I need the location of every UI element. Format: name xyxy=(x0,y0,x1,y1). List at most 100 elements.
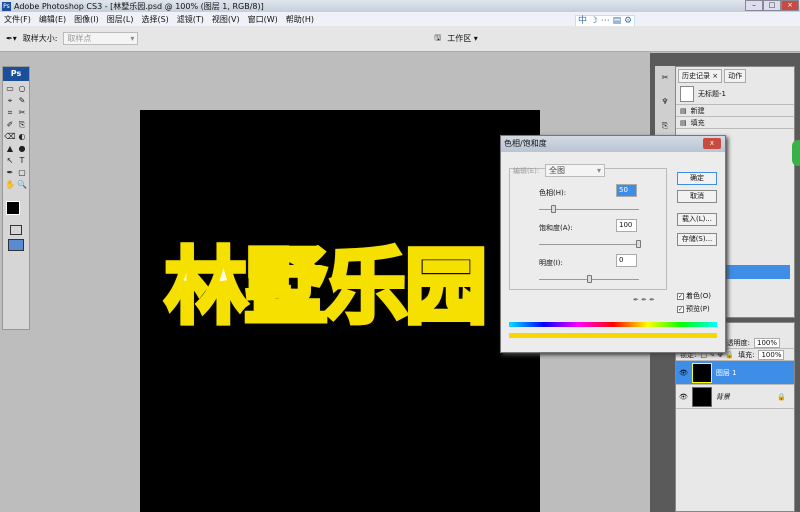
menu-file[interactable]: 文件(F) xyxy=(4,14,31,25)
history-item[interactable]: ▤ 填充 xyxy=(676,117,794,129)
history-snapshot[interactable]: 无标题-1 xyxy=(676,83,794,105)
tool-icon[interactable]: ⌗ xyxy=(4,107,16,119)
opacity-input[interactable]: 100% xyxy=(753,337,780,348)
cancel-button[interactable]: 取消 xyxy=(677,190,717,203)
saturation-input[interactable]: 100 xyxy=(616,219,637,232)
workspace-icon[interactable]: 🖫 xyxy=(434,32,441,46)
fill-icon: ▤ xyxy=(680,118,687,127)
sample-size-label: 取样大小: xyxy=(22,34,58,43)
menu-select[interactable]: 选择(S) xyxy=(141,14,168,25)
preview-label: 预览(P) xyxy=(686,305,710,313)
ime-mode[interactable]: 中 xyxy=(578,16,587,26)
maximize-button[interactable]: □ xyxy=(763,0,781,11)
floating-badge[interactable] xyxy=(792,140,800,166)
close-button[interactable]: × xyxy=(781,0,799,11)
tool-icon[interactable]: ✐ xyxy=(4,119,16,131)
tool-icon[interactable]: ⌫ xyxy=(4,131,16,143)
tool-icon[interactable]: ▭ xyxy=(4,83,16,95)
eyedropper-icons[interactable]: ✒ ✒ ✒ xyxy=(633,296,655,304)
tab-actions[interactable]: 动作 xyxy=(724,69,747,83)
tool-icon[interactable]: ● xyxy=(16,143,28,155)
snapshot-thumbnail xyxy=(680,85,694,102)
snapshot-label: 无标题-1 xyxy=(698,89,726,98)
lightness-slider-thumb[interactable] xyxy=(587,275,592,283)
tool-icon[interactable]: ▲ xyxy=(4,143,16,155)
tool-icon[interactable]: T xyxy=(16,155,28,167)
save-button[interactable]: 存储(S)... xyxy=(677,233,717,246)
history-item-label: 填充 xyxy=(690,118,705,127)
menu-filter[interactable]: 滤镜(T) xyxy=(177,14,204,25)
hue-label: 色相(H): xyxy=(539,189,567,197)
app-icon: Ps xyxy=(2,1,11,11)
tool-icon[interactable]: ✋ xyxy=(4,179,16,191)
eyedropper-icon[interactable]: ✒▾ xyxy=(6,34,17,43)
layer-thumbnail xyxy=(691,386,712,407)
menu-image[interactable]: 图像(I) xyxy=(74,14,99,25)
menu-layer[interactable]: 图层(L) xyxy=(107,14,134,25)
tool-icon[interactable]: ⎘ xyxy=(16,119,28,131)
load-button[interactable]: 载入(L)... xyxy=(677,213,717,226)
brush-icon[interactable]: ♆ xyxy=(659,96,671,108)
menu-edit[interactable]: 编辑(E) xyxy=(39,14,66,25)
history-item[interactable]: ▤ 新建 xyxy=(676,105,794,117)
doc-icon: ▤ xyxy=(680,106,687,115)
sample-size-select[interactable]: 取样点 xyxy=(63,32,139,45)
toolbox: Ps ▭ ○⌖ ✎⌗ ✂✐ ⎘⌫ ◐▲ ●↖ T✒ ▢✋ 🔍 xyxy=(2,66,30,330)
menu-view[interactable]: 视图(V) xyxy=(212,14,240,25)
tool-icon[interactable]: ↖ xyxy=(4,155,16,167)
hue-slider-thumb[interactable] xyxy=(551,205,556,213)
eye-icon[interactable]: 👁 xyxy=(679,393,688,401)
dialog-close-button[interactable]: x xyxy=(703,138,721,149)
tools-icon[interactable]: ✂ xyxy=(659,72,671,84)
menu-window[interactable]: 窗口(W) xyxy=(248,14,278,25)
quick-mask-icon[interactable] xyxy=(10,225,22,235)
tool-icon[interactable]: ✂ xyxy=(16,107,28,119)
lightness-input[interactable]: 0 xyxy=(616,254,637,267)
layer-name: 背景 xyxy=(715,392,730,401)
saturation-slider-thumb[interactable] xyxy=(636,240,641,248)
saturation-slider-track[interactable] xyxy=(539,244,639,245)
input-color-bar xyxy=(509,322,717,327)
canvas-art-text: 林墅乐园 xyxy=(162,238,489,338)
eye-icon[interactable]: 👁 xyxy=(679,369,688,377)
tool-icon[interactable]: ⌖ xyxy=(4,95,16,107)
menu-help[interactable]: 帮助(H) xyxy=(286,14,314,25)
foreground-color-swatch[interactable] xyxy=(6,201,20,215)
options-bar: ✒▾ 取样大小: 取样点 🖫 工作区 ▾ xyxy=(0,26,800,52)
edit-select[interactable]: 全图 xyxy=(545,164,605,177)
menu-bar: 文件(F) 编辑(E) 图像(I) 图层(L) 选择(S) 滤镜(T) 视图(V… xyxy=(0,12,800,26)
layer-thumbnail xyxy=(691,362,712,383)
hue-input[interactable]: 50 xyxy=(616,184,637,197)
settings-group xyxy=(509,168,667,290)
history-item-label: 新建 xyxy=(690,106,705,115)
clone-icon[interactable]: ⎘ xyxy=(659,120,671,132)
lock-icon: 🔒 xyxy=(777,392,786,401)
tool-icon[interactable]: ○ xyxy=(16,83,28,95)
minimize-button[interactable]: – xyxy=(745,0,763,11)
workspace-button[interactable]: 工作区 ▾ xyxy=(447,33,478,44)
layer-name: 图层 1 xyxy=(715,368,737,377)
dialog-title: 色相/饱和度 xyxy=(504,139,547,148)
fill-label: 填充: xyxy=(738,350,755,359)
tool-icon[interactable]: ▢ xyxy=(16,167,28,179)
preview-checkbox[interactable]: ✓ 预览(P) xyxy=(677,304,710,314)
colorize-checkbox[interactable]: ✓ 着色(O) xyxy=(677,291,711,301)
tool-icon[interactable]: ✒ xyxy=(4,167,16,179)
tool-icon[interactable]: ◐ xyxy=(16,131,28,143)
ok-button[interactable]: 确定 xyxy=(677,172,717,185)
layer-row[interactable]: 👁 图层 1 xyxy=(676,361,794,385)
dialog-title-bar: 色相/饱和度 x xyxy=(501,136,725,152)
hue-saturation-dialog: 色相/饱和度x 编辑(E): 全图 色相(H): 50 饱和度(A): 100 … xyxy=(500,135,726,353)
tool-icon[interactable]: 🔍 xyxy=(16,179,28,191)
document-canvas[interactable]: 林墅乐园 xyxy=(140,110,540,512)
output-color-bar xyxy=(509,333,717,338)
screen-mode-icon[interactable] xyxy=(8,239,24,251)
fill-input[interactable]: 100% xyxy=(758,349,785,360)
layer-row[interactable]: 👁 背景 🔒 xyxy=(676,385,794,409)
window-title: Adobe Photoshop CS3 - [林墅乐园.psd @ 100% (… xyxy=(14,1,264,11)
lightness-label: 明度(I): xyxy=(539,259,563,267)
tool-icon[interactable]: ✎ xyxy=(16,95,28,107)
saturation-label: 饱和度(A): xyxy=(539,224,573,232)
ps-logo: Ps xyxy=(3,67,29,81)
tab-history[interactable]: 历史记录 × xyxy=(678,69,723,83)
